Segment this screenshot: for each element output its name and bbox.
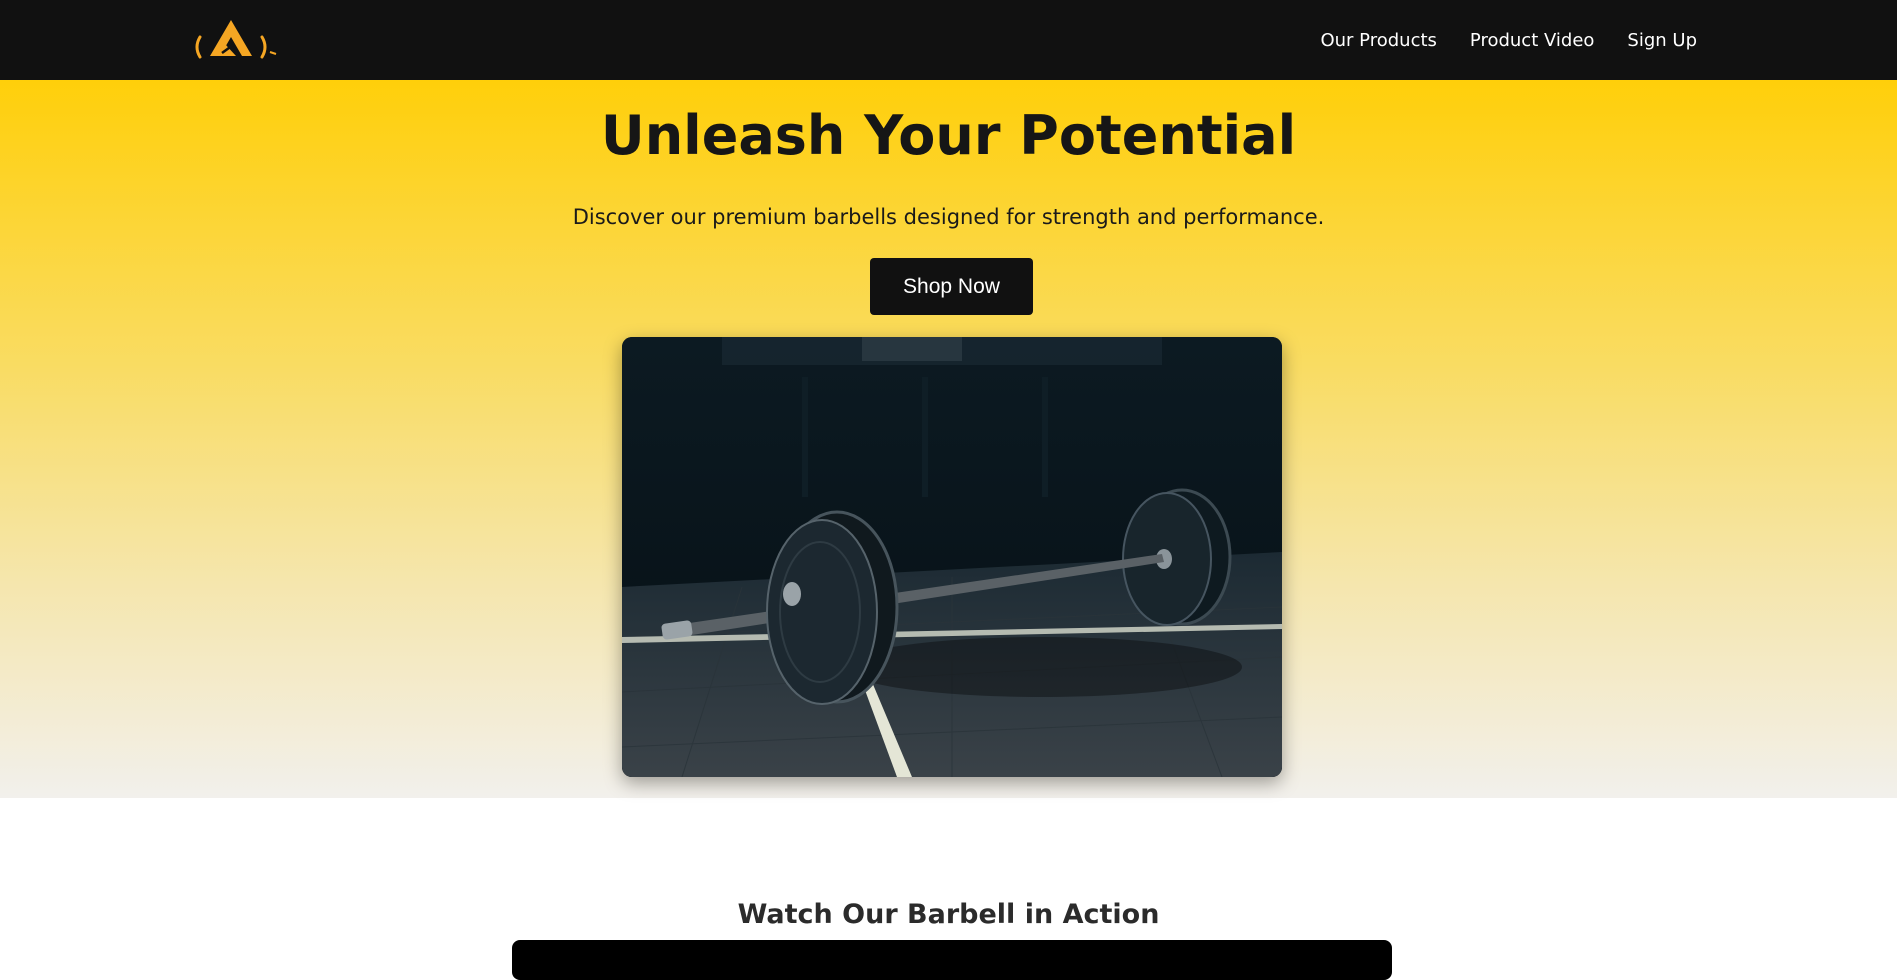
hero-subtitle: Discover our premium barbells designed f… [572, 205, 1325, 229]
main-nav: Our Products Product Video Sign Up [1320, 0, 1697, 80]
nav-link-product-video[interactable]: Product Video [1470, 30, 1595, 51]
video-section-heading: Watch Our Barbell in Action [737, 899, 1160, 930]
barbell-photo [622, 337, 1282, 777]
video-player[interactable] [512, 940, 1392, 980]
shop-now-button[interactable]: Shop Now [870, 258, 1033, 315]
navbar: Our Products Product Video Sign Up [0, 0, 1897, 80]
hero-section: Unleash Your Potential Discover our prem… [0, 80, 1897, 798]
nav-link-sign-up[interactable]: Sign Up [1627, 30, 1697, 51]
nav-link-our-products[interactable]: Our Products [1320, 30, 1436, 51]
hero-title: Unleash Your Potential [600, 104, 1297, 167]
mountain-logo-icon[interactable] [192, 16, 280, 62]
